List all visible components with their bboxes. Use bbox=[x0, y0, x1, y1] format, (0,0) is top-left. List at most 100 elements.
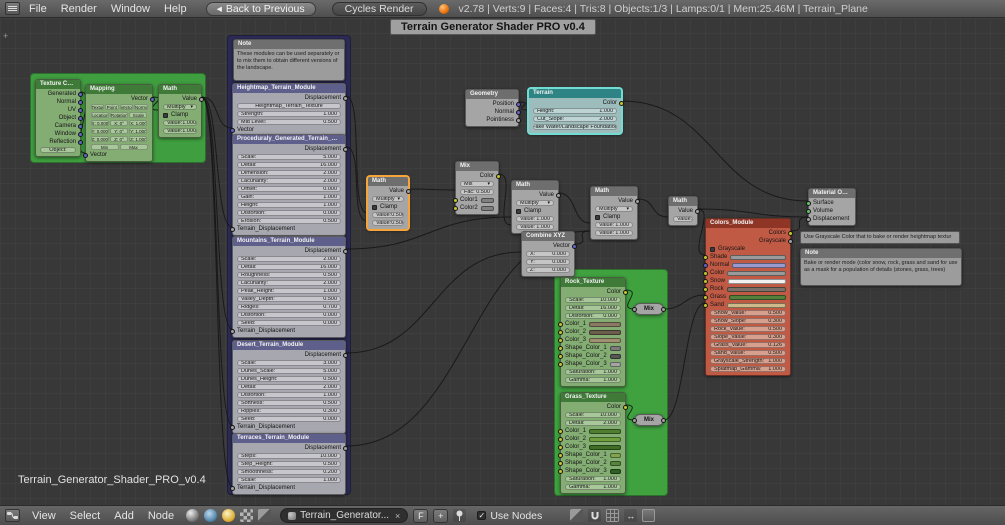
colors-module-row-rock-value[interactable]: Rock_Value: 0.500 bbox=[706, 325, 790, 333]
desert-terrain-module-row-detail[interactable]: Detail: 2.000 bbox=[233, 383, 345, 391]
output-socket-icon[interactable] bbox=[78, 139, 83, 145]
colors-module-color-swatch[interactable] bbox=[727, 270, 786, 276]
grass-texture-row-color-3[interactable]: Color_3 bbox=[558, 443, 625, 451]
output-socket-icon[interactable] bbox=[406, 188, 411, 194]
math-multiply-2-clamp-checkbox[interactable] bbox=[516, 208, 521, 214]
input-socket-icon[interactable] bbox=[558, 361, 563, 367]
rock-texture-row-shape-color-2[interactable]: Shape_Color_2 bbox=[558, 352, 625, 360]
rock-texture-row-saturation[interactable]: Saturation: 1.000 bbox=[561, 368, 625, 376]
bake-note[interactable]: Note Bake or render mode (color snow, roc… bbox=[800, 248, 962, 286]
procedural-terrain-module-row-gain[interactable]: Gain: 1.000 bbox=[233, 193, 345, 201]
math-multiply-2-header[interactable]: Math bbox=[512, 181, 558, 190]
mountains-terrain-module-row-lacunarity[interactable]: Lacunarity: 2.000 bbox=[233, 279, 345, 287]
texture-type-icon[interactable] bbox=[240, 509, 254, 522]
colors-module-rock-swatch[interactable] bbox=[726, 286, 786, 292]
input-socket-icon[interactable] bbox=[230, 226, 235, 232]
geometry-node-header[interactable]: Geometry bbox=[466, 90, 518, 99]
heightmap-terrain-module-row-strength[interactable]: Strength: 1.000 bbox=[233, 110, 345, 118]
rock-texture-color-2-swatch[interactable] bbox=[589, 329, 621, 335]
material-output[interactable]: Material Output Surface Volume Displacement bbox=[806, 188, 856, 226]
colors-module-row-shade[interactable]: Shade bbox=[703, 253, 790, 261]
mix-node-color2-swatch[interactable] bbox=[480, 205, 494, 211]
mix-node-row-color1[interactable]: Color1 bbox=[453, 196, 498, 204]
mountains-terrain-module-row-peak-height[interactable]: Peak_Height: 1.000 bbox=[233, 287, 345, 295]
desert-terrain-module-row-seed[interactable]: Seed: 0.000 bbox=[233, 415, 345, 423]
input-socket-icon[interactable] bbox=[806, 208, 811, 214]
terraces-terrain-module-row-step-height[interactable]: Step_Height: 0.500 bbox=[233, 460, 345, 468]
procedural-terrain-module-row-scale[interactable]: Scale: 5.000 bbox=[233, 153, 345, 161]
procedural-terrain-module-header[interactable]: Proceduraly_Generated_Terrain_Module bbox=[233, 135, 345, 144]
colors-module-grayscale-checkbox[interactable] bbox=[710, 246, 715, 252]
rock-texture-header[interactable]: Rock_Texture bbox=[561, 278, 625, 287]
mix-grass[interactable]: Mix bbox=[632, 414, 666, 426]
colors-module-row-grass[interactable]: Grass bbox=[703, 293, 790, 301]
combine-xyz-row-z[interactable]: Z: 0.000 bbox=[522, 266, 574, 274]
input-socket-icon[interactable] bbox=[558, 468, 563, 474]
procedural-terrain-module-row-erosion[interactable]: Erosion: 0.500 bbox=[233, 217, 345, 225]
output-socket-icon[interactable] bbox=[78, 91, 83, 97]
math-multiply-3-header[interactable]: Math bbox=[591, 187, 637, 196]
math-multiply-2-row-clamp[interactable]: Clamp bbox=[512, 207, 558, 215]
bake-note-header[interactable]: Note bbox=[801, 249, 961, 258]
colors-module-row-slope-value[interactable]: Slope_Value: 0.300 bbox=[706, 333, 790, 341]
heightmap-terrain-module[interactable]: Heightmap_Terrain_Module Displacement Heig… bbox=[230, 83, 348, 137]
render-layers-icon[interactable] bbox=[642, 509, 656, 522]
grass-texture-shape-color-2-swatch[interactable] bbox=[609, 460, 621, 466]
mix-node-row-mix[interactable]: Mix ▾ bbox=[456, 180, 498, 188]
mountains-terrain-module-row-seed[interactable]: Seed: 0.000 bbox=[233, 319, 345, 327]
colors-module-row-snow-value[interactable]: Snow_Value: 0.500 bbox=[706, 309, 790, 317]
mix-rock[interactable]: Mix bbox=[632, 303, 666, 315]
input-socket-icon[interactable] bbox=[558, 452, 563, 458]
input-socket-icon[interactable] bbox=[703, 286, 708, 292]
global-scale-math-row-clamp[interactable]: Clamp bbox=[159, 111, 201, 119]
math-multiply-3[interactable]: Math Value Multiply ▾ Clamp Value: 1.000 Value:… bbox=[590, 186, 640, 240]
rock-texture-row-shape-color-1[interactable]: Shape_Color_1 bbox=[558, 344, 625, 352]
colors-module-row-splatmap-gamma[interactable]: Splatmap_Gamma: 1.000 bbox=[706, 365, 790, 373]
mountains-terrain-module-row-ridges[interactable]: Ridges: 0.700 bbox=[233, 303, 345, 311]
colors-module-sand-swatch[interactable] bbox=[727, 302, 786, 308]
mapping-row-c3[interactable]: Y: 0.000 Y: 0° Y: 1.000 bbox=[86, 127, 152, 135]
menu-view[interactable]: View bbox=[25, 510, 63, 522]
colors-module-row-rock[interactable]: Rock bbox=[703, 285, 790, 293]
snap-mode-icon[interactable] bbox=[606, 509, 620, 522]
input-socket-icon[interactable] bbox=[703, 278, 708, 284]
rock-texture-shape-color-2-swatch[interactable] bbox=[609, 353, 621, 359]
colors-module-row-grayscale[interactable]: Grayscale bbox=[706, 245, 790, 253]
rock-texture[interactable]: Rock_Texture Color Scale: 10.000 Detail: 16.0… bbox=[558, 277, 628, 387]
output-socket-icon[interactable] bbox=[516, 117, 521, 123]
output-socket-icon[interactable] bbox=[623, 404, 628, 410]
procedural-terrain-module-row-detail[interactable]: Detail: 16.000 bbox=[233, 161, 345, 169]
menu-render[interactable]: Render bbox=[54, 3, 104, 15]
mapping-header[interactable]: Mapping bbox=[86, 85, 152, 94]
geometry-node[interactable]: Geometry Position Normal Pointiness bbox=[465, 89, 521, 127]
pin-icon[interactable] bbox=[453, 509, 467, 522]
math-multiply-2-row-value[interactable]: Value: 1.000 bbox=[512, 223, 558, 231]
desert-terrain-module-header[interactable]: Desert_Terrain_Module bbox=[233, 341, 345, 350]
shader-lamp-icon[interactable] bbox=[222, 509, 236, 522]
material-output-header[interactable]: Material Output bbox=[809, 189, 855, 198]
rock-texture-row-color-1[interactable]: Color_1 bbox=[558, 320, 625, 328]
grass-texture-row-color-2[interactable]: Color_2 bbox=[558, 435, 625, 443]
grass-texture-color-1-swatch[interactable] bbox=[589, 428, 621, 434]
math-multiply-2-row-value[interactable]: Value: 1.000 bbox=[512, 215, 558, 223]
terraces-terrain-module-row-smoothness[interactable]: Smoothness: 0.200 bbox=[233, 468, 345, 476]
math-small[interactable]: Math ValueValue:1.000 bbox=[668, 196, 700, 226]
input-socket-icon[interactable] bbox=[558, 460, 563, 466]
colors-module[interactable]: Colors_Module Colors Grayscale Grayscale Sha… bbox=[703, 218, 793, 376]
texture-coordinate-row-object-[interactable]: Object: bbox=[36, 146, 80, 154]
input-socket-icon[interactable] bbox=[632, 307, 637, 312]
math-multiply-1[interactable]: Math Value Multiply ▾ Clamp Value: 0.500 Value:… bbox=[367, 176, 411, 230]
output-socket-icon[interactable] bbox=[516, 109, 521, 115]
desert-terrain-module-row-dunes-scale[interactable]: Dunes_Scale: 5.000 bbox=[233, 367, 345, 375]
input-socket-icon[interactable] bbox=[703, 262, 708, 268]
menu-select[interactable]: Select bbox=[63, 510, 108, 522]
output-socket-icon[interactable] bbox=[343, 248, 348, 254]
output-socket-icon[interactable] bbox=[343, 445, 348, 451]
output-socket-icon[interactable] bbox=[556, 192, 561, 198]
combine-xyz[interactable]: Combine XYZ Vector X: 0.000 Y: 0.000 Z: 0.000 bbox=[521, 231, 577, 277]
output-socket-icon[interactable] bbox=[343, 95, 348, 101]
grass-texture-shape-color-3-swatch[interactable] bbox=[609, 468, 621, 474]
colors-module-row-snow-slope[interactable]: Snow_Slope: 0.300 bbox=[706, 317, 790, 325]
backdrop-icon[interactable] bbox=[570, 509, 584, 522]
output-socket-icon[interactable] bbox=[78, 123, 83, 129]
